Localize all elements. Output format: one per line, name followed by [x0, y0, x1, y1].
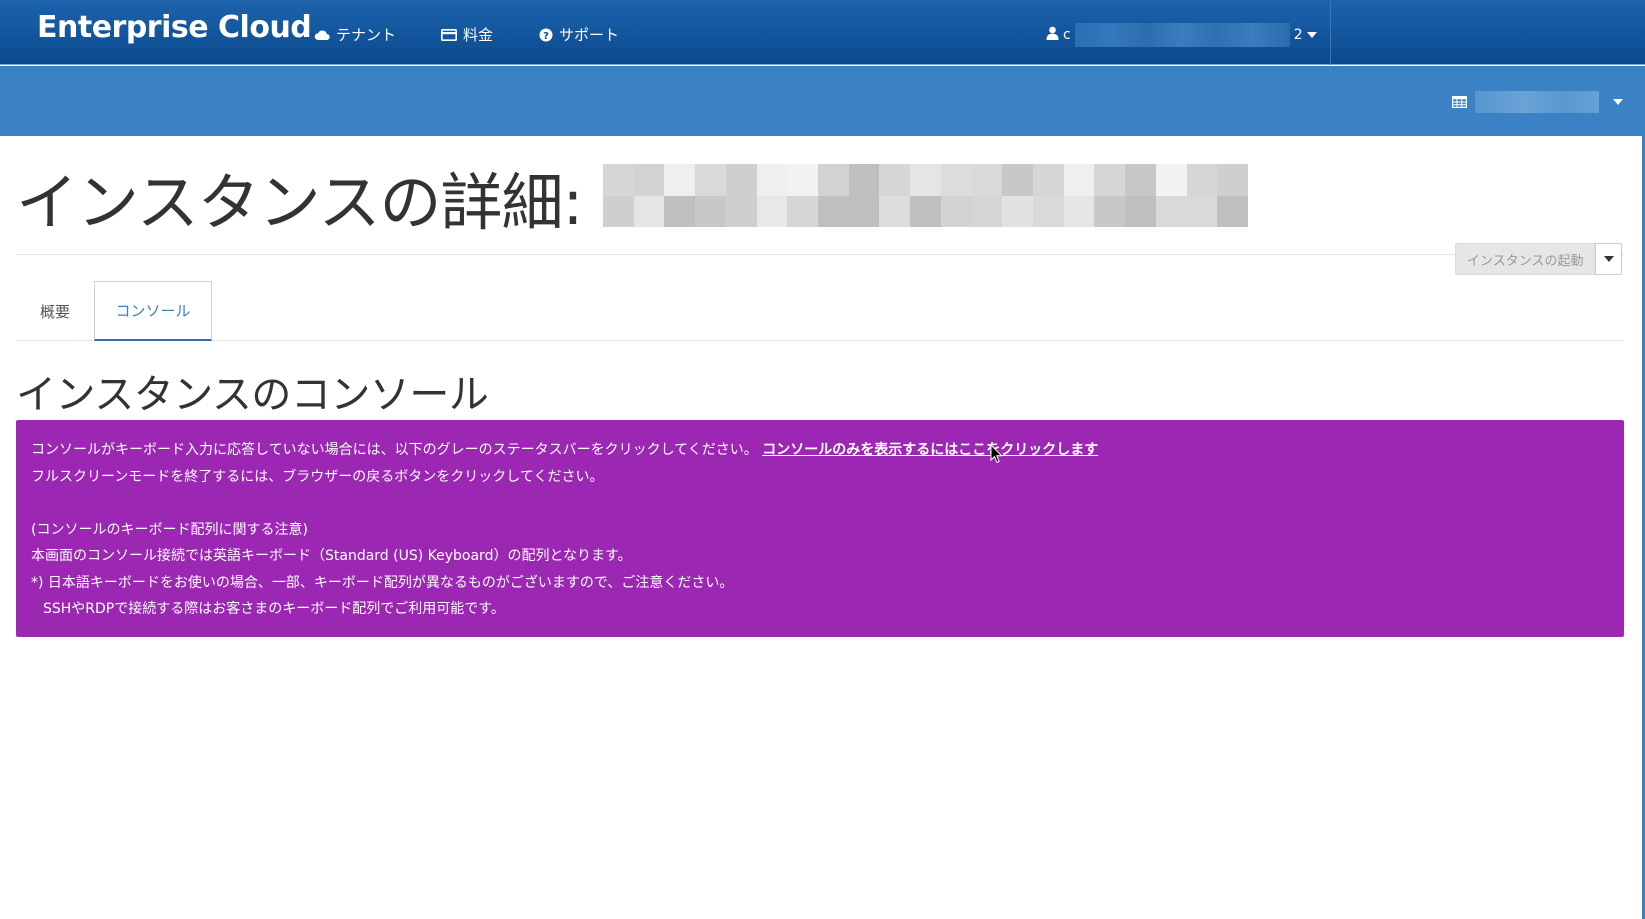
redaction-pixel — [940, 164, 972, 196]
redaction-pixel — [787, 195, 818, 227]
console-only-link[interactable]: コンソールのみを表示するにはここをクリックします — [762, 442, 1098, 458]
redaction-pixel — [879, 195, 911, 227]
nav-tenant-label: テナント — [336, 26, 397, 44]
user-menu[interactable]: c 2 — [1046, 23, 1317, 47]
redaction-pixel — [1032, 164, 1064, 196]
user-name-suffix: 2 — [1293, 27, 1303, 43]
cloud-icon — [314, 29, 330, 41]
redacted-username — [1074, 23, 1290, 47]
redaction-pixel — [1094, 195, 1126, 227]
nav-pricing-label: 料金 — [463, 26, 494, 44]
redaction-pixel — [910, 164, 941, 196]
project-selector[interactable] — [1452, 91, 1623, 113]
redaction-pixel — [1094, 164, 1126, 196]
redaction-pixel — [695, 164, 726, 196]
info-line-1: コンソールがキーボード入力に応答していない場合には、以下のグレーのステータスバー… — [31, 442, 1099, 458]
brand-logo[interactable]: Enterprise Cloud — [37, 10, 312, 45]
redaction-pixel — [725, 195, 757, 227]
redaction-pixel — [787, 164, 818, 196]
divider — [16, 254, 1624, 255]
question-circle-icon: ? — [539, 28, 553, 42]
project-bar — [0, 66, 1645, 136]
redaction-pixel — [1155, 164, 1187, 196]
nav-tenant[interactable]: テナント — [314, 24, 396, 45]
redacted-project-name — [1475, 91, 1599, 113]
mouse-cursor-icon — [990, 443, 1003, 468]
redaction-pixel — [1063, 195, 1095, 227]
nav-pricing[interactable]: 料金 — [441, 24, 493, 45]
redaction-pixel — [817, 164, 849, 196]
user-name-prefix: c — [1063, 27, 1071, 43]
info-line-5: *) 日本語キーボードをお使いの場合、一部、キーボード配列が異なるものがございま… — [31, 574, 734, 591]
top-navbar: Enterprise Cloud テナント 料金 ? サポート c 2 — [0, 0, 1645, 65]
tab-console[interactable]: コンソール — [94, 281, 212, 341]
redaction-pixel — [879, 164, 911, 196]
redaction-pixel — [1125, 195, 1156, 227]
redaction-pixel — [1002, 195, 1033, 227]
tab-overview[interactable]: 概要 — [16, 281, 94, 341]
redaction-pixel — [1125, 164, 1156, 196]
info-line-4: 本画面のコンソール接続では英語キーボード（Standard (US) Keybo… — [31, 548, 632, 564]
launch-dropdown-toggle[interactable] — [1595, 243, 1623, 275]
redaction-pixel — [1032, 195, 1064, 227]
redaction-pixel — [664, 164, 696, 196]
redaction-pixel — [1186, 195, 1218, 227]
redaction-pixel — [910, 195, 941, 227]
launch-instance-group: インスタンスの起動 — [1455, 243, 1623, 275]
section-title: インスタンスのコンソール — [16, 372, 489, 418]
nav-support-label: サポート — [559, 26, 620, 44]
chevron-down-icon — [1613, 99, 1623, 105]
table-icon — [1452, 93, 1468, 112]
redaction-pixel — [1002, 164, 1033, 196]
redaction-pixel — [848, 164, 880, 196]
redaction-pixel — [1186, 164, 1218, 196]
redaction-pixel — [971, 164, 1003, 196]
redaction-pixel — [940, 195, 972, 227]
redaction-pixel — [695, 195, 726, 227]
redaction-pixel — [725, 164, 757, 196]
redaction-pixel — [633, 195, 665, 227]
redaction-pixel — [971, 195, 1003, 227]
chevron-down-icon — [1306, 32, 1317, 38]
redaction-pixel — [603, 195, 634, 227]
info-line-3: (コンソールのキーボード配列に関する注意) — [31, 521, 308, 538]
svg-text:?: ? — [543, 30, 549, 41]
credit-card-icon — [441, 28, 457, 41]
nav-support[interactable]: ? サポート — [539, 24, 619, 45]
redaction-pixel — [1217, 164, 1248, 196]
redaction-pixel — [756, 195, 788, 227]
info-line-2: フルスクリーンモードを終了するには、ブラウザーの戻るボタンをクリックしてください… — [31, 468, 604, 485]
console-info-alert: コンソールがキーボード入力に応答していない場合には、以下のグレーのステータスバー… — [16, 420, 1624, 637]
instance-tabs: 概要 コンソール — [16, 281, 1624, 341]
nav-divider — [1330, 0, 1331, 65]
redaction-pixel — [1063, 164, 1095, 196]
redaction-pixel — [756, 164, 788, 196]
redaction-pixel — [1217, 195, 1248, 227]
launch-instance-button[interactable]: インスタンスの起動 — [1455, 243, 1596, 275]
info-line-6: SSHやRDPで接続する際はお客さまのキーボード配列でご利用可能です。 — [43, 601, 505, 617]
redaction-pixel — [633, 164, 665, 196]
redaction-pixel — [817, 195, 849, 227]
redaction-pixel — [848, 195, 880, 227]
page-title: インスタンスの詳細: — [16, 166, 583, 239]
redaction-pixel — [1155, 195, 1187, 227]
redaction-pixel — [603, 164, 634, 196]
chevron-down-icon — [1603, 256, 1614, 262]
redacted-instance-name — [603, 164, 1248, 227]
redaction-pixel — [664, 195, 696, 227]
user-icon — [1046, 26, 1059, 44]
